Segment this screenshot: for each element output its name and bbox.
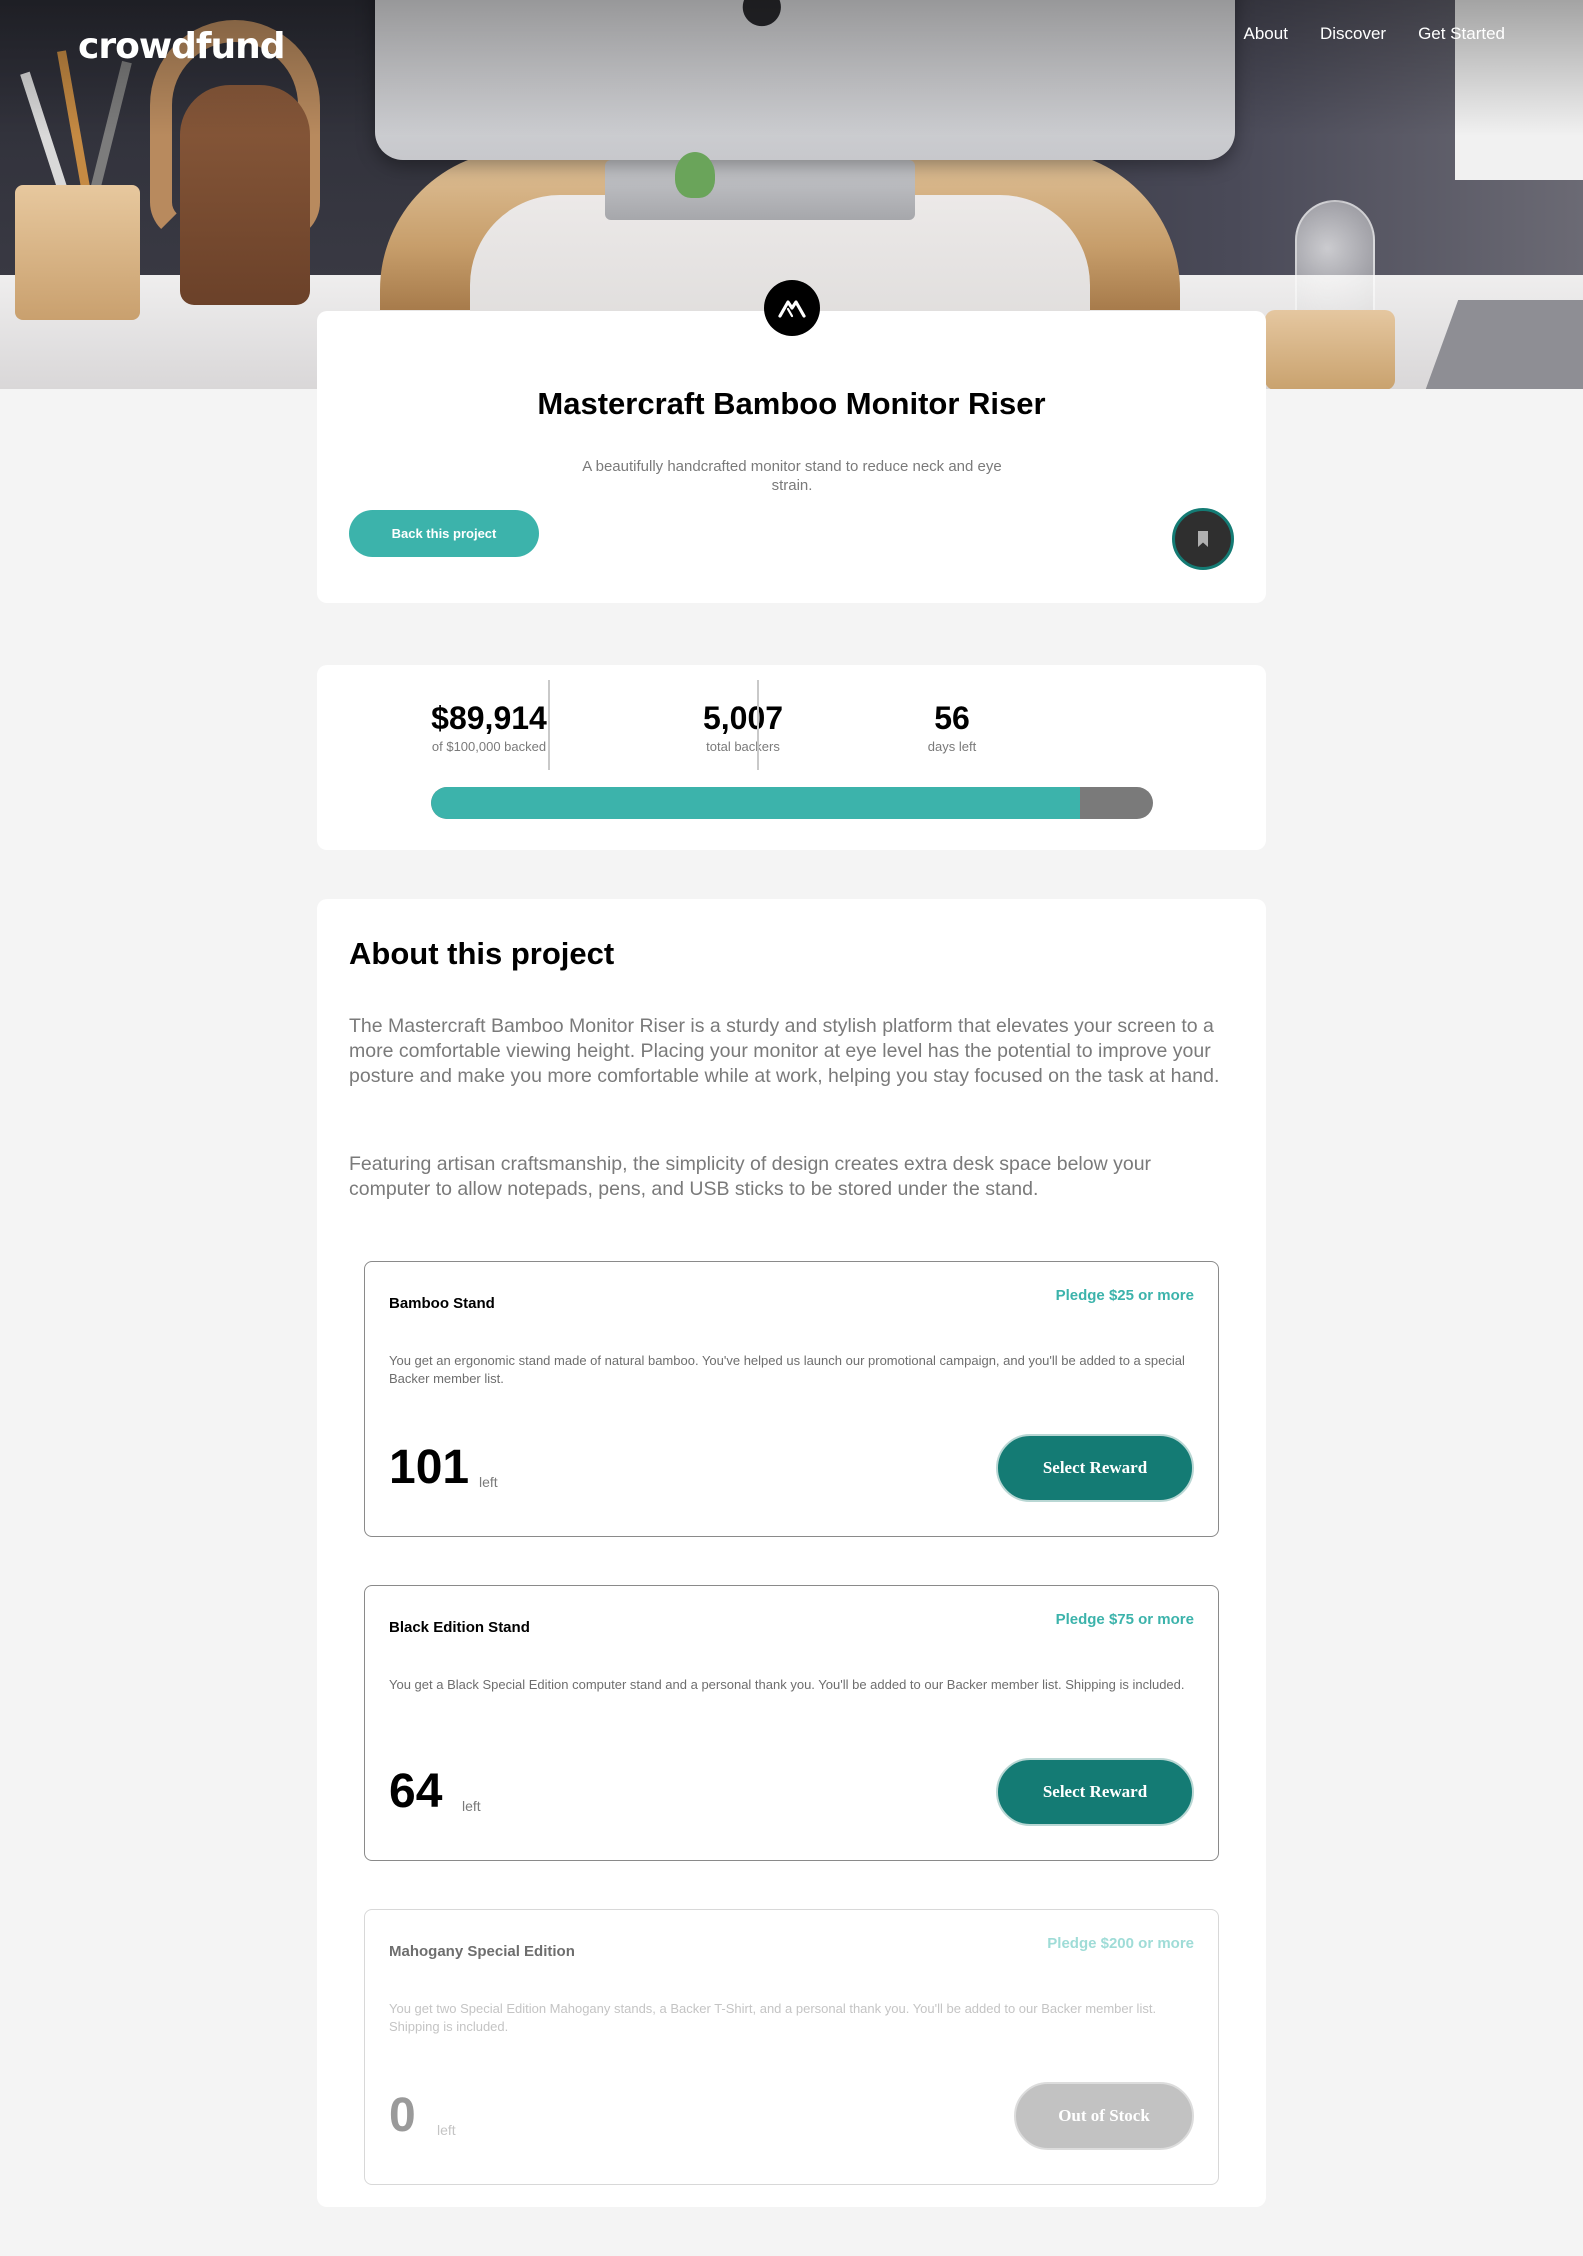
reward-count: 0 — [389, 2089, 416, 2142]
nav-about[interactable]: About — [1244, 24, 1288, 44]
reward-count: 101 — [389, 1441, 470, 1494]
reward-description: You get a Black Special Edition computer… — [389, 1677, 1185, 1692]
stats-card: $89,914 of $100,000 backed 5,007 total b… — [317, 665, 1266, 850]
main-nav: About Discover Get Started — [1244, 24, 1506, 44]
bookmark-icon — [1198, 531, 1208, 547]
reward-left-label: left — [437, 2122, 456, 2138]
reward-left-label: left — [479, 1474, 498, 1490]
progress-fill — [431, 787, 1081, 819]
stat-days: 56 days left — [862, 700, 1042, 754]
select-reward-button[interactable]: Select Reward — [996, 1434, 1194, 1502]
about-paragraph: The Mastercraft Bamboo Monitor Riser is … — [349, 1015, 1220, 1087]
reward-name: Black Edition Stand — [389, 1619, 530, 1636]
bookmark-button[interactable] — [1172, 508, 1234, 570]
stat-backers: 5,007 total backers — [653, 700, 833, 754]
reward-pledge: Pledge $75 or more — [1055, 1611, 1194, 1628]
reward-pledge: Pledge $200 or more — [1047, 1935, 1194, 1952]
stat-divider — [548, 680, 550, 770]
nav-discover[interactable]: Discover — [1320, 24, 1386, 44]
stat-divider — [757, 680, 759, 770]
nav-get-started[interactable]: Get Started — [1418, 24, 1505, 44]
stat-backed: $89,914 of $100,000 backed — [399, 700, 579, 754]
reward-left-label: left — [462, 1798, 481, 1814]
project-intro-card: Mastercraft Bamboo Monitor Riser A beaut… — [317, 311, 1266, 603]
select-reward-button[interactable]: Select Reward — [996, 1758, 1194, 1826]
backed-label: of $100,000 backed — [431, 739, 547, 754]
backers-count: 5,007 — [702, 700, 784, 736]
back-project-button[interactable]: Back this project — [349, 510, 539, 557]
funding-progress-bar — [431, 787, 1153, 819]
reward-count: 64 — [389, 1765, 443, 1818]
about-paragraph: Featuring artisan craftsmanship, the sim… — [349, 1153, 1152, 1200]
about-title: About this project — [349, 936, 615, 971]
reward-description: You get two Special Edition Mahogany sta… — [389, 2001, 1157, 2034]
days-count: 56 — [934, 700, 970, 736]
reward-card-black-edition: Black Edition Stand Pledge $75 or more Y… — [364, 1585, 1219, 1861]
project-title: Mastercraft Bamboo Monitor Riser — [537, 386, 1046, 421]
reward-name: Mahogany Special Edition — [389, 1943, 575, 1960]
reward-card-mahogany: Mahogany Special Edition Pledge $200 or … — [364, 1909, 1219, 2185]
reward-name: Bamboo Stand — [389, 1295, 495, 1312]
reward-description: You get an ergonomic stand made of natur… — [389, 1353, 1185, 1386]
out-of-stock-button: Out of Stock — [1014, 2082, 1194, 2150]
days-label: days left — [927, 739, 977, 754]
reward-card-bamboo: Bamboo Stand Pledge $25 or more You get … — [364, 1261, 1219, 1537]
project-description: A beautifully handcrafted monitor stand … — [582, 458, 1002, 494]
site-logo[interactable]: crowdfund — [78, 26, 286, 67]
reward-pledge: Pledge $25 or more — [1055, 1287, 1194, 1304]
backers-label: total backers — [706, 739, 780, 754]
mastercraft-logo-icon — [764, 280, 820, 336]
about-card: About this project The Mastercraft Bambo… — [317, 899, 1266, 2207]
backed-amount: $89,914 — [431, 700, 547, 736]
